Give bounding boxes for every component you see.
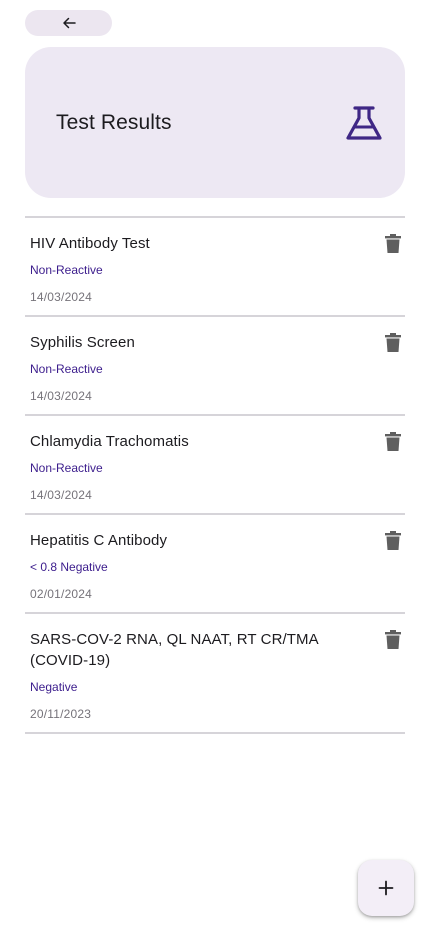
result-date: 02/01/2024 xyxy=(30,587,93,601)
result-value: Non-Reactive xyxy=(30,461,103,475)
result-item[interactable]: SARS-COV-2 RNA, QL NAAT, RT CR/TMA (COVI… xyxy=(25,614,405,734)
result-date: 14/03/2024 xyxy=(30,290,93,304)
result-value: Non-Reactive xyxy=(30,362,103,376)
trash-icon[interactable] xyxy=(385,234,401,253)
result-item[interactable]: Syphilis Screen Non-Reactive 14/03/2024 xyxy=(25,317,405,416)
result-item[interactable]: Chlamydia Trachomatis Non-Reactive 14/03… xyxy=(25,416,405,515)
flask-icon xyxy=(346,106,382,140)
arrow-left-icon xyxy=(62,17,76,29)
result-item[interactable]: Hepatitis C Antibody < 0.8 Negative 02/0… xyxy=(25,515,405,614)
page-title: Test Results xyxy=(56,111,172,134)
result-date: 14/03/2024 xyxy=(30,488,93,502)
trash-icon[interactable] xyxy=(385,333,401,352)
header-card: Test Results xyxy=(25,47,405,198)
add-result-button[interactable] xyxy=(358,860,414,916)
result-value: Non-Reactive xyxy=(30,263,103,277)
result-name: Hepatitis C Antibody xyxy=(30,532,168,549)
result-date: 14/03/2024 xyxy=(30,389,93,403)
result-value: < 0.8 Negative xyxy=(30,560,108,574)
result-name: Chlamydia Trachomatis xyxy=(30,433,189,450)
trash-icon[interactable] xyxy=(385,531,401,550)
back-button[interactable] xyxy=(25,10,112,36)
result-name: HIV Antibody Test xyxy=(30,235,150,252)
result-date: 20/11/2023 xyxy=(30,707,92,721)
trash-icon[interactable] xyxy=(385,432,401,451)
trash-icon[interactable] xyxy=(385,630,401,649)
result-value: Negative xyxy=(30,680,78,694)
result-name: SARS-COV-2 RNA, QL NAAT, RT CR/TMA (COVI… xyxy=(30,631,318,669)
result-name: Syphilis Screen xyxy=(30,334,135,351)
results-list: HIV Antibody Test Non-Reactive 14/03/202… xyxy=(25,216,405,734)
plus-icon xyxy=(378,880,394,896)
result-item[interactable]: HIV Antibody Test Non-Reactive 14/03/202… xyxy=(25,218,405,317)
